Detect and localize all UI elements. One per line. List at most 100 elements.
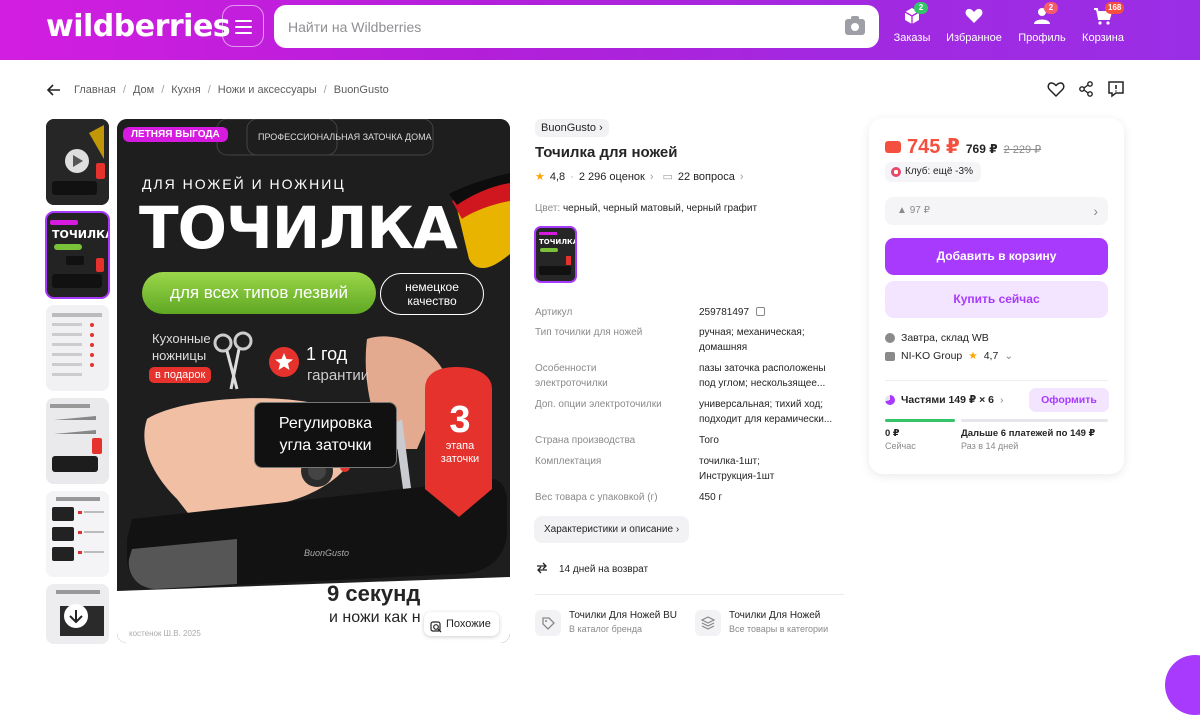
similar-button-label: Похожие (446, 618, 491, 630)
quality-line-1: немецкое (405, 280, 459, 294)
device-brand-mark: BuonGusto (304, 548, 350, 558)
similar-button[interactable]: Похожие (424, 612, 499, 636)
report-icon[interactable] (1107, 80, 1125, 98)
stages-line-2: заточки (440, 453, 480, 465)
breadcrumb-item[interactable]: Кухня (171, 84, 200, 96)
questions-link[interactable]: 22 вопроса (678, 171, 735, 183)
spec-key: Особенности электроточилки (535, 363, 608, 389)
category-link[interactable]: Точилки Для Ножей Все товары в категории (695, 610, 844, 636)
color-variant-thumbnail[interactable]: ТОЧИЛКА (534, 226, 577, 283)
brand-catalog-link[interactable]: Точилки Для Ножей BU В каталог бренда (535, 610, 684, 636)
characteristics-button[interactable]: Характеристики и описание › (534, 516, 690, 543)
color-value: черный, черный матовый, черный графит (562, 203, 758, 214)
color-label: Цвет: (535, 203, 561, 214)
category-text: Точилки Для Ножей Все товары в категории (729, 610, 844, 634)
delivery-text: Завтра, склад WB (901, 332, 989, 344)
installments-row[interactable]: Частями 149 ₽ × 6 › (885, 394, 1004, 406)
seller-row[interactable]: NI-KO Group ★ 4,7 ⌄ (885, 350, 1013, 362)
nav-favorites[interactable]: Избранное (944, 6, 1004, 52)
nav-label: Корзина (1082, 32, 1124, 44)
divider (885, 380, 1108, 381)
gallery-thumbnail[interactable] (46, 398, 109, 484)
add-to-cart-button[interactable]: Добавить в корзину (885, 238, 1108, 275)
buy-now-button[interactable]: Купить сейчас (885, 281, 1108, 318)
characteristics-label: Характеристики и описание (544, 524, 674, 535)
scissors-line-1: Кухонные (152, 331, 211, 346)
brand-catalog-text: Точилки Для Ножей BU В каталог бренда (569, 610, 684, 634)
rating-dot: · (570, 170, 574, 183)
breadcrumb-separator: / (323, 84, 327, 96)
share-icon[interactable] (1077, 80, 1095, 98)
image-scissors-text: Кухонные ножницы (152, 330, 211, 364)
layers-icon (695, 610, 721, 636)
box-icon: 2 (902, 2, 928, 26)
price-drop-select[interactable]: ▲ 97 ₽ (885, 197, 1108, 225)
gallery-thumbnail-video[interactable] (46, 119, 109, 205)
image-warranty-text: гарантии (307, 367, 370, 384)
seller-rating: 4,7 (983, 350, 999, 362)
logo[interactable]: wildberries (46, 9, 231, 44)
gallery-thumbnail[interactable] (46, 305, 109, 391)
nav-cart[interactable]: 168 Корзина (1073, 2, 1133, 52)
spec-value: Того (699, 435, 719, 446)
return-policy: 14 дней на возврат (535, 561, 648, 578)
promo-subtitle: ПРОФЕССИОНАЛЬНАЯ ЗАТОЧКА ДОМА (258, 132, 432, 142)
image-headline: ТОЧИЛКА (139, 194, 458, 262)
pay-later-label: Раз в 14 дней (961, 441, 1019, 451)
floating-chat-button[interactable] (1165, 655, 1200, 715)
gallery-thumbnail[interactable]: ТОЧИЛКА (45, 211, 110, 299)
spec-key: Доп. опции электроточилки (535, 399, 662, 410)
breadcrumb-separator: / (161, 84, 165, 96)
seller-name: NI-KO Group (901, 350, 963, 362)
price-card: 769 ₽ (965, 142, 998, 156)
installments-button[interactable]: Оформить (1029, 388, 1109, 412)
orders-badge: 2 (914, 2, 928, 14)
gallery-scroll-down-icon[interactable] (64, 602, 90, 628)
brand-catalog-sub: В каталог бренда (569, 624, 643, 634)
camera-icon[interactable] (845, 16, 865, 35)
copy-icon[interactable] (755, 307, 765, 316)
spec-value: универсальная; тихий ход; подходит для к… (699, 399, 833, 425)
stages-line-1: этапа (445, 440, 475, 452)
profile-badge: 2 (1044, 2, 1058, 14)
svg-text:ТОЧИЛКА: ТОЧИЛКА (539, 238, 575, 246)
breadcrumb-item[interactable]: Главная (74, 84, 116, 96)
image-green-pill: для всех типов лезвий (142, 272, 376, 314)
image-warranty-year: 1 год (306, 344, 348, 364)
chevron-down-icon: ⌄ (1004, 350, 1014, 362)
user-icon: 2 (1032, 2, 1058, 26)
search-input[interactable] (288, 16, 828, 38)
shop-icon (885, 351, 895, 361)
reviews-link[interactable]: 2 296 оценок (579, 171, 645, 183)
stages-number: 3 (449, 399, 471, 441)
image-footer-faded: костенок Ш.В. 2025 (129, 629, 201, 638)
warehouse-icon (885, 333, 895, 343)
gallery-thumbnail[interactable] (46, 491, 109, 577)
product-title: Точилка для ножей (535, 144, 678, 161)
product-main-image[interactable]: ЛЕТНЯЯ ВЫГОДА ПРОФЕССИОНАЛЬНАЯ ЗАТОЧКА Д… (117, 119, 510, 643)
back-arrow-icon[interactable] (46, 82, 62, 98)
angle-line-2: угла заточки (279, 437, 372, 454)
pay-now-label: Сейчас (885, 441, 916, 451)
nav-orders[interactable]: 2 Заказы (882, 2, 942, 52)
heart-icon (964, 6, 984, 26)
search-bar (274, 5, 879, 48)
price-old: 2 229 ₽ (1003, 144, 1042, 156)
image-bottom-headline: 9 секунд (327, 581, 421, 606)
price-row: 745 ₽ 769 ₽ 2 229 ₽ (885, 134, 1041, 159)
menu-button[interactable] (222, 5, 264, 47)
category-sub: Все товары в категории (729, 624, 829, 634)
nav-label: Профиль (1018, 32, 1066, 44)
club-badge[interactable]: Клуб: ещё -3% (885, 162, 981, 182)
nav-label: Избранное (946, 32, 1002, 44)
nav-profile[interactable]: 2 Профиль (1012, 2, 1072, 52)
breadcrumb-item[interactable]: Дом (133, 84, 154, 96)
brand-chip[interactable]: BuonGusto › (535, 119, 609, 137)
image-stages-badge: 3 этапа заточки (427, 400, 493, 466)
favorite-heart-icon[interactable] (1047, 80, 1065, 98)
article-number: 259781497 (699, 307, 750, 318)
breadcrumb-item[interactable]: BuonGusto (334, 84, 389, 96)
spec-value: 450 г (699, 492, 723, 503)
spec-key: Тип точилки для ножей (535, 327, 643, 338)
breadcrumb-item[interactable]: Ножи и аксессуары (218, 84, 317, 96)
